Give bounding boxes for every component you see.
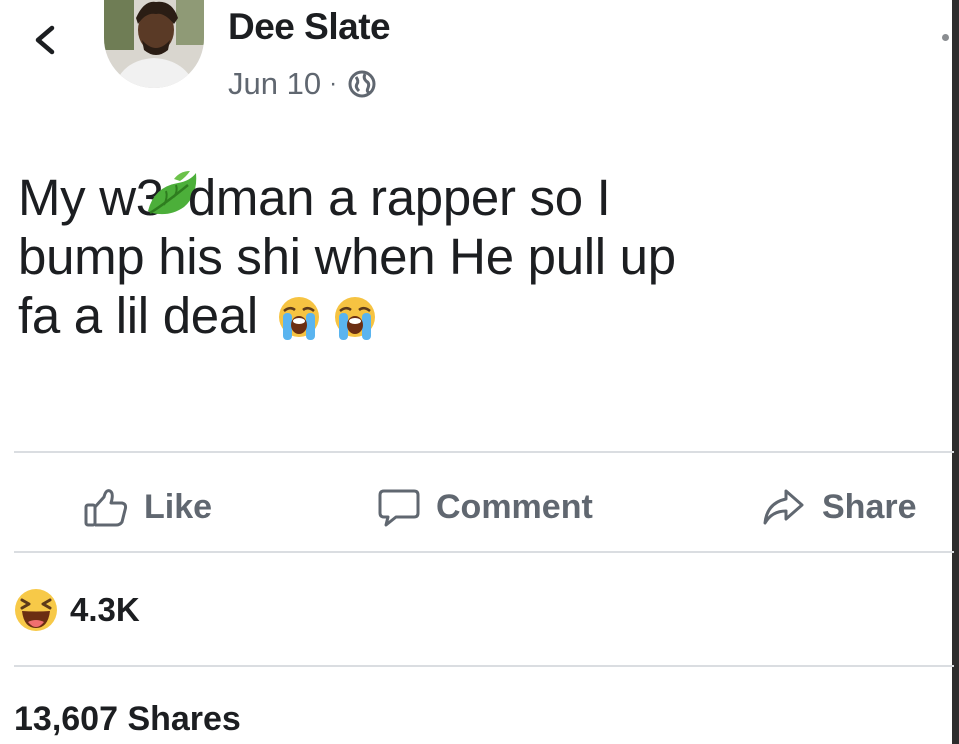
post-text-fragment: dman a rapper so I bbox=[187, 169, 611, 226]
shares-count[interactable]: 13,607 Shares bbox=[14, 700, 241, 739]
comment-button[interactable]: Comment bbox=[376, 474, 593, 540]
reactions-count: 4.3K bbox=[70, 591, 140, 628]
share-button[interactable]: Share bbox=[760, 474, 917, 540]
post-text-line-3: fa a lil deal bbox=[18, 286, 948, 345]
more-options-icon[interactable] bbox=[942, 34, 949, 41]
share-arrow-icon bbox=[763, 489, 804, 525]
facebook-post: Dee Slate Jun 10 · My w3 dman a rapper s… bbox=[0, 0, 959, 744]
action-bar: Like Comment Share bbox=[0, 474, 952, 540]
avatar[interactable] bbox=[104, 0, 204, 88]
post-text-line-1: My w3 dman a rapper so I bbox=[18, 168, 948, 227]
haha-reaction-icon bbox=[15, 589, 57, 631]
globe-icon bbox=[348, 70, 376, 98]
chevron-left-icon[interactable] bbox=[26, 20, 66, 60]
comment-bubble-icon bbox=[378, 489, 420, 527]
divider bbox=[14, 551, 954, 553]
screen-edge bbox=[952, 0, 959, 744]
author-name[interactable]: Dee Slate bbox=[228, 6, 391, 48]
reactions-summary[interactable]: 4.3K bbox=[12, 586, 140, 634]
like-label: Like bbox=[144, 487, 213, 526]
avatar-photo bbox=[104, 0, 204, 88]
post-text-line-2: bump his shi when He pull up bbox=[18, 228, 676, 285]
post-date[interactable]: Jun 10 bbox=[228, 66, 321, 102]
divider bbox=[14, 665, 954, 667]
loudly-crying-emoji bbox=[278, 297, 319, 340]
post-text-fragment: My w3 bbox=[18, 169, 164, 226]
post-meta: Jun 10 · bbox=[228, 66, 377, 102]
loudly-crying-emoji bbox=[334, 297, 375, 340]
like-button[interactable]: Like bbox=[82, 474, 212, 540]
post-text-fragment: fa a lil deal bbox=[18, 287, 258, 344]
post-text: My w3 dman a rapper so I bump his shi wh… bbox=[18, 168, 948, 345]
comment-label: Comment bbox=[436, 487, 593, 526]
divider bbox=[14, 451, 954, 453]
share-label: Share bbox=[822, 487, 917, 526]
thumbs-up-icon bbox=[84, 489, 128, 527]
meta-separator: · bbox=[329, 70, 338, 97]
